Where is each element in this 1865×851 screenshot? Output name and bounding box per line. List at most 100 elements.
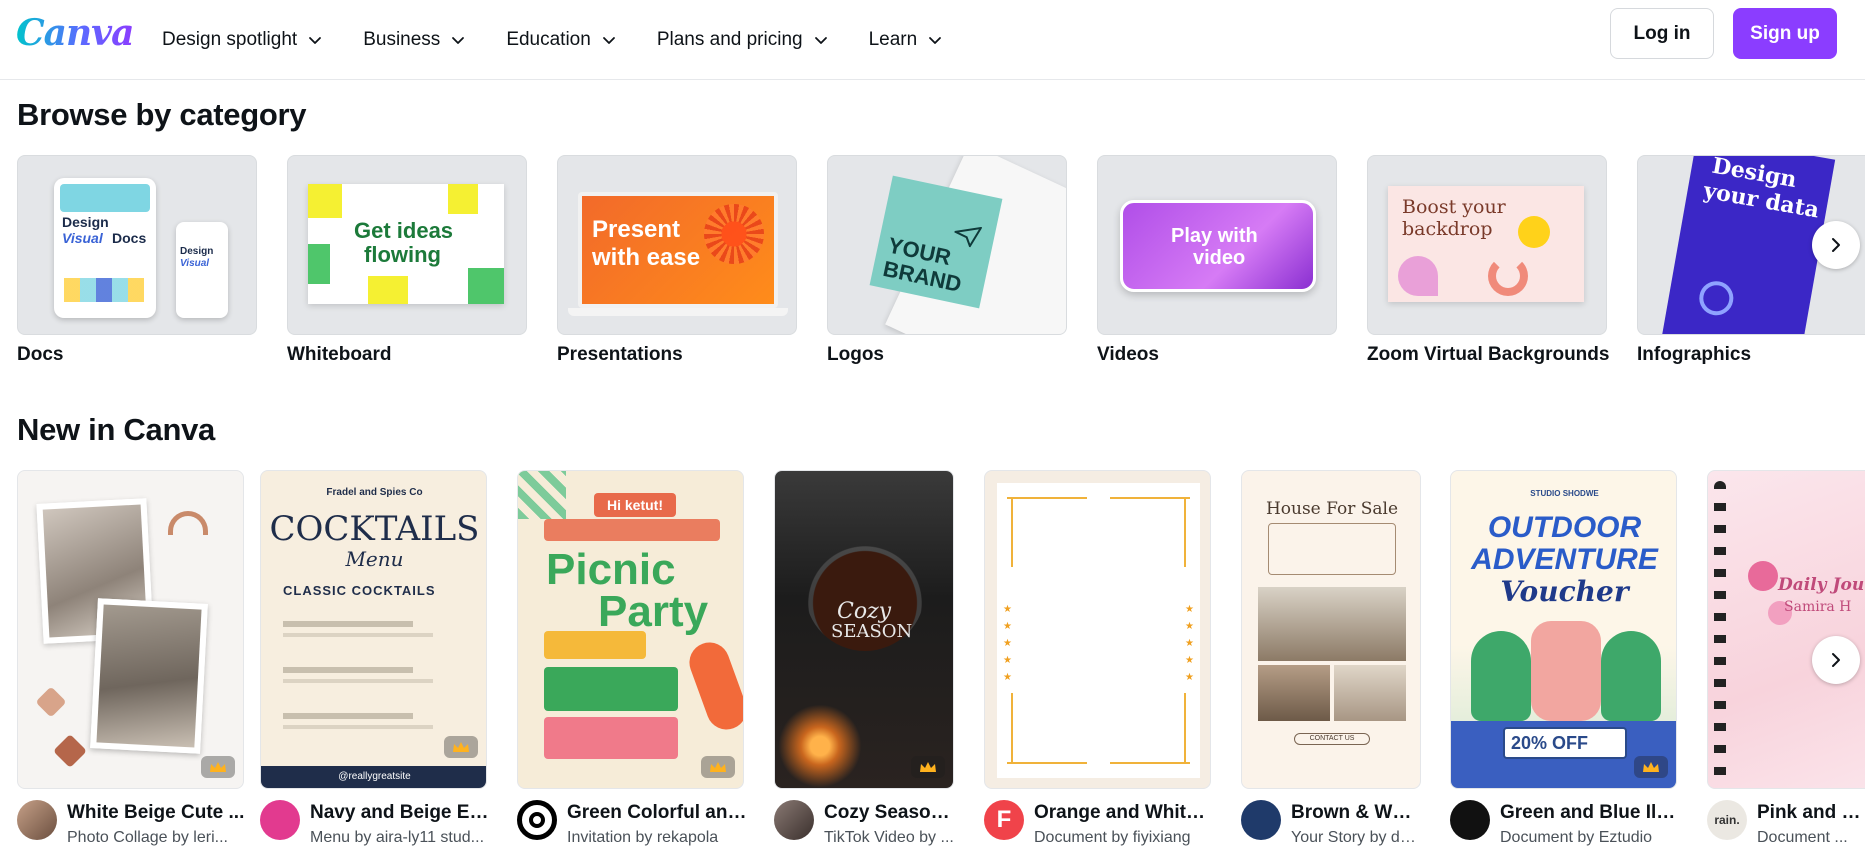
template-meta: White Beige Cute ... Photo Collage by le… <box>17 800 244 848</box>
templates-next-button[interactable] <box>1812 636 1860 684</box>
doc-art-text: Visual <box>180 258 210 269</box>
tiktok-art-text: SEASON <box>831 621 913 642</box>
creator-avatar[interactable]: F <box>984 800 1024 840</box>
voucher-art-text: Voucher <box>1500 575 1629 608</box>
template-title[interactable]: Green and Blue Illu... <box>1500 802 1680 824</box>
nav-education[interactable]: Education <box>492 16 631 64</box>
doc-art-text: Visual <box>62 230 103 246</box>
template-title[interactable]: Brown & Whit... <box>1291 802 1421 824</box>
template-subtitle: TikTok Video by ... <box>824 829 954 846</box>
doc-tablet-image: Design Visual Docs <box>54 178 156 318</box>
category-card-logos[interactable]: YOUR BRAND Logos <box>827 155 1067 366</box>
voucher-art-text: STUDIO SHODWE <box>1530 489 1599 498</box>
category-card-whiteboard[interactable]: Get ideas flowing Whiteboard <box>287 155 527 366</box>
creator-avatar[interactable] <box>17 800 57 840</box>
document-page: ★ ★ ★ ★ ★ ★ ★ ★ ★ ★ <box>997 483 1200 778</box>
template-carousel: White Beige Cute ... Photo Collage by le… <box>17 470 1865 851</box>
template-subtitle: Document ... <box>1757 829 1848 846</box>
doc-art-text: Design <box>180 246 214 257</box>
chevron-down-icon <box>452 37 465 44</box>
chevron-down-icon <box>814 37 827 44</box>
creator-avatar[interactable] <box>774 800 814 840</box>
nav-label: Education <box>506 29 591 50</box>
nav-learn[interactable]: Learn <box>855 16 958 64</box>
template-meta: Navy and Beige Ele... Menu by aira-ly11 … <box>260 800 490 848</box>
category-card-docs[interactable]: Design Visual Docs Design Visual Docs <box>17 155 257 366</box>
template-title[interactable]: Pink and W... <box>1757 802 1865 824</box>
template-thumbnail: Fradel and Spies Co COCKTAILS Menu CLASS… <box>260 470 487 789</box>
infographic-image: Design your data <box>1660 156 1836 334</box>
rainbow-sticker <box>168 511 208 535</box>
template-thumbnail <box>17 470 244 789</box>
template-card[interactable]: White Beige Cute ... Photo Collage by le… <box>17 470 244 848</box>
voucher-art-text: 20% OFF <box>1503 727 1627 759</box>
creator-avatar[interactable] <box>517 800 557 840</box>
menu-art-text: Menu <box>345 547 404 571</box>
category-label: Videos <box>1097 344 1159 365</box>
crown-icon <box>453 742 469 752</box>
template-meta: F Orange and White ... Document by fiyix… <box>984 800 1214 848</box>
template-card[interactable]: House For Sale CONTACT US Brown & Whit..… <box>1241 470 1421 848</box>
paper-plane-icon <box>952 226 983 249</box>
nav-design-spotlight[interactable]: Design spotlight <box>148 16 337 64</box>
menu-art-text: Fradel and Spies Co <box>326 487 423 498</box>
creator-avatar[interactable] <box>1241 800 1281 840</box>
invitation-art-text: Hi ketut! <box>594 493 676 517</box>
video-art-text: video <box>1193 247 1246 269</box>
template-title[interactable]: Cozy Season ... <box>824 802 954 824</box>
template-subtitle: Invitation by rekapola <box>567 829 719 846</box>
whiteboard-image: Get ideas flowing <box>308 184 504 304</box>
menu-art-text: @reallygreatsite <box>261 766 486 788</box>
story-art-text: CONTACT US <box>1294 733 1370 745</box>
category-thumbnail: Boost your backdrop <box>1367 155 1607 335</box>
chevron-down-icon <box>929 37 942 44</box>
category-next-button[interactable] <box>1812 221 1860 269</box>
creator-avatar[interactable] <box>260 800 300 840</box>
crown-icon <box>210 762 226 772</box>
nav-label: Business <box>363 29 441 50</box>
template-title[interactable]: White Beige Cute ... <box>67 802 247 824</box>
top-navigation-bar: Canva Design spotlight Business Educatio… <box>0 0 1865 80</box>
category-card-presentations[interactable]: Present with ease Presentations <box>557 155 797 366</box>
template-card[interactable]: Hi ketut! Picnic Party Green Colorful an… <box>517 470 747 848</box>
template-title[interactable]: Orange and White ... <box>1034 802 1214 824</box>
log-in-button[interactable]: Log in <box>1610 8 1714 59</box>
template-title[interactable]: Green Colorful and... <box>567 802 747 824</box>
sign-up-button[interactable]: Sign up <box>1733 8 1837 59</box>
template-card[interactable]: ★ ★ ★ ★ ★ ★ ★ ★ ★ ★ F Orange and White ... Docum… <box>984 470 1214 848</box>
nav-label: Learn <box>868 29 918 50</box>
template-thumbnail: Daily Jou Samira H <box>1707 470 1865 789</box>
template-title[interactable]: Navy and Beige Ele... <box>310 802 490 824</box>
nav-business[interactable]: Business <box>349 16 480 64</box>
template-card[interactable]: STUDIO SHODWE OUTDOOR ADVENTURE Voucher … <box>1450 470 1680 848</box>
journal-art-text: Daily Jou <box>1778 575 1865 595</box>
template-card[interactable]: Fradel and Spies Co COCKTAILS Menu CLASS… <box>260 470 490 848</box>
creator-avatar[interactable] <box>1450 800 1490 840</box>
template-subtitle: Your Story by da... <box>1291 829 1421 846</box>
zoom-art-text: backdrop <box>1402 218 1493 240</box>
video-phone-image: Play with video <box>1120 200 1316 292</box>
category-card-videos[interactable]: Play with video Videos <box>1097 155 1337 366</box>
presentation-art-text: Present <box>592 216 681 243</box>
crown-icon <box>920 762 936 772</box>
browse-by-category-heading: Browse by category <box>17 97 307 132</box>
doc-phone-image: Design Visual <box>176 222 228 318</box>
template-meta: rain. Pink and W... Document ... <box>1707 800 1865 848</box>
creator-avatar[interactable]: rain. <box>1707 800 1747 840</box>
template-card[interactable]: Cozy SEASON Cozy Season ... TikTok Video… <box>774 470 954 848</box>
main-nav: Design spotlight Business Education Plan… <box>148 0 969 80</box>
category-label: Zoom Virtual Backgrounds <box>1367 344 1610 365</box>
collage-photo <box>90 598 208 754</box>
category-label: Whiteboard <box>287 344 392 365</box>
presentation-laptop-image: Present with ease <box>578 192 778 308</box>
template-thumbnail: Hi ketut! Picnic Party <box>517 470 744 789</box>
category-card-zoom-virtual-backgrounds[interactable]: Boost your backdrop Zoom Virtual Backgro… <box>1367 155 1610 366</box>
premium-badge <box>911 756 945 778</box>
category-thumbnail: Play with video <box>1097 155 1337 335</box>
canva-logo[interactable]: Canva <box>16 12 134 54</box>
nav-plans-and-pricing[interactable]: Plans and pricing <box>643 16 843 64</box>
candle-glow <box>775 701 865 788</box>
category-thumbnail: YOUR BRAND <box>827 155 1067 335</box>
template-subtitle: Menu by aira-ly11 stud... <box>310 829 485 846</box>
chevron-right-icon <box>1832 238 1840 252</box>
